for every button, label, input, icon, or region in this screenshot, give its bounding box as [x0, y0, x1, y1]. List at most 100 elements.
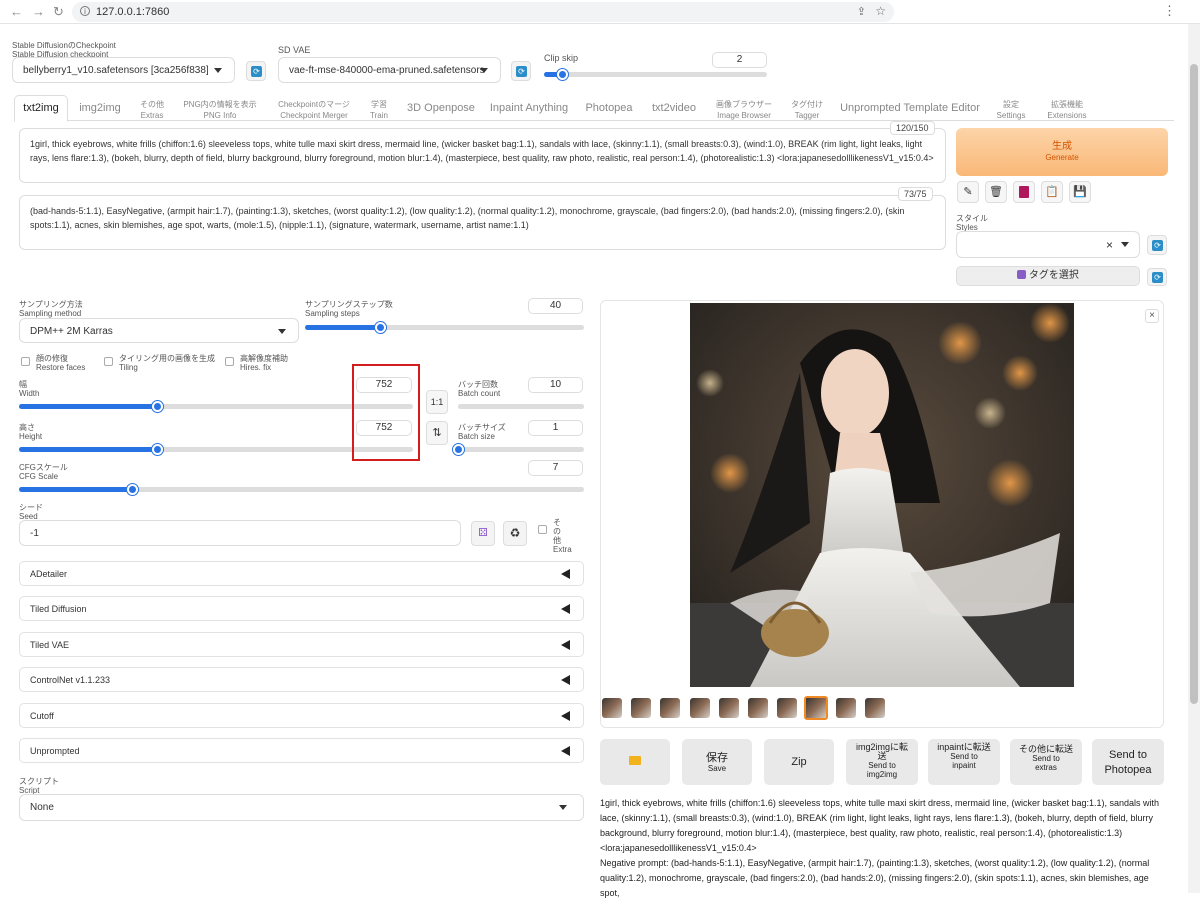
tab-settings[interactable]: 設定 Settings	[992, 99, 1030, 121]
open-folder-button[interactable]	[600, 739, 670, 785]
tab-checkpoint-merger[interactable]: Checkpointのマージ Checkpoint Merger	[274, 99, 354, 121]
swap-dimensions-button[interactable]: ⇅	[426, 421, 448, 445]
vae-value: vae-ft-mse-840000-ema-pruned.safetensors	[289, 65, 485, 76]
tab-txt2img[interactable]: txt2img	[14, 95, 68, 122]
book-icon[interactable]	[1013, 181, 1035, 203]
seed-extra-checkbox[interactable]	[538, 525, 547, 534]
tab-inpaint-anything[interactable]: Inpaint Anything	[488, 103, 570, 114]
generate-button[interactable]: 生成 Generate	[956, 128, 1168, 176]
tab-img2img[interactable]: img2img	[74, 103, 126, 114]
tab-png-info[interactable]: PNG内の情報を表示 PNG Info	[176, 99, 264, 121]
aspect-ratio-button[interactable]: 1:1	[426, 390, 448, 414]
recycle-icon[interactable]: ♻	[503, 521, 527, 546]
site-info-icon[interactable]: i	[80, 6, 90, 16]
close-icon[interactable]: ×	[1145, 309, 1159, 323]
accordion-unprompted[interactable]: Unprompted	[19, 738, 584, 763]
sampling-steps-track[interactable]	[305, 325, 584, 330]
tab-extras[interactable]: その他 Extras	[134, 99, 170, 121]
vae-select[interactable]: vae-ft-mse-840000-ema-pruned.safetensors	[278, 57, 501, 83]
seed-extra-label: その他 Extra	[553, 518, 572, 554]
height-slider-thumb[interactable]	[151, 444, 163, 455]
address-bar[interactable]: i 127.0.0.1:7860 ⇪ ☆	[72, 2, 894, 22]
page-scrollbar[interactable]	[1188, 24, 1200, 893]
zip-button[interactable]: Zip	[764, 739, 834, 785]
gallery-thumbnail[interactable]	[748, 698, 768, 718]
hires-fix-checkbox[interactable]	[225, 357, 234, 366]
sampling-steps-thumb[interactable]	[375, 322, 387, 333]
batch-size-thumb[interactable]	[453, 444, 464, 455]
chevron-down-icon	[278, 329, 286, 334]
back-icon[interactable]: ←	[10, 4, 23, 19]
accordion-tiled-vae[interactable]: Tiled VAE	[19, 632, 584, 657]
gallery-thumbnail[interactable]	[631, 698, 652, 718]
tab-3d-openpose[interactable]: 3D Openpose	[406, 103, 476, 114]
cfg-scale-thumb[interactable]	[127, 484, 138, 495]
accordion-controlnet[interactable]: ControlNet v1.1.233	[19, 667, 584, 692]
gallery-thumbnail[interactable]	[689, 698, 710, 718]
gallery-thumbnail[interactable]	[602, 698, 622, 718]
dice-icon[interactable]: ⚄	[471, 521, 495, 546]
batch-size-track[interactable]	[458, 447, 584, 452]
tab-train[interactable]: 学習 Train	[364, 99, 394, 121]
seed-input[interactable]: -1	[19, 520, 461, 546]
bookmark-star-icon[interactable]: ☆	[875, 4, 886, 18]
tab-image-browser[interactable]: 画像ブラウザー Image Browser	[714, 99, 774, 121]
share-icon[interactable]: ⇪	[857, 5, 866, 18]
save-style-icon[interactable]: 💾	[1069, 181, 1091, 203]
batch-count-input[interactable]: 10	[528, 377, 583, 393]
send-to-img2img-button[interactable]: img2imgに転送 Send to img2img	[846, 739, 918, 785]
reload-icon[interactable]: ↻	[53, 4, 64, 20]
refresh-vae-button[interactable]: ⟳	[511, 61, 531, 81]
menu-icon[interactable]: ⋮	[1163, 3, 1176, 19]
send-to-extras-button[interactable]: その他に転送 Send to extras	[1010, 739, 1082, 785]
sampling-method-select[interactable]: DPM++ 2M Karras	[19, 318, 299, 343]
tab-txt2video[interactable]: txt2video	[646, 103, 702, 114]
refresh-checkpoint-button[interactable]: ⟳	[246, 61, 266, 81]
gallery-thumbnail[interactable]	[835, 698, 856, 718]
generated-image[interactable]	[690, 303, 1074, 687]
cfg-scale-input[interactable]: 7	[528, 460, 583, 476]
refresh-styles-button[interactable]: ⟳	[1147, 235, 1167, 255]
cfg-scale-track[interactable]	[19, 487, 584, 492]
accordion-adetailer[interactable]: ADetailer	[19, 561, 584, 586]
gallery-thumbnail[interactable]	[660, 698, 681, 718]
gallery-thumbnail[interactable]	[804, 696, 829, 720]
clip-skip-slider-thumb[interactable]	[556, 69, 568, 80]
gallery-thumbnail[interactable]	[777, 698, 798, 718]
tag-select-button[interactable]: タグを選択	[956, 266, 1140, 286]
clear-styles-icon[interactable]: ×	[1106, 238, 1113, 252]
scrollbar-thumb[interactable]	[1190, 64, 1198, 704]
styles-label: スタイル Styles	[956, 214, 988, 232]
tiling-checkbox[interactable]	[104, 357, 113, 366]
width-slider-thumb[interactable]	[151, 401, 163, 412]
save-button[interactable]: 保存 Save	[682, 739, 752, 785]
prompt-textarea[interactable]: 1girl, thick eyebrows, white frills (chi…	[19, 128, 946, 183]
styles-select[interactable]: ×	[956, 231, 1140, 258]
pencil-icon[interactable]: ✎	[957, 181, 979, 203]
clip-skip-input[interactable]: 2	[712, 52, 767, 68]
accordion-tiled-diffusion[interactable]: Tiled Diffusion	[19, 596, 584, 621]
send-to-photopea-button[interactable]: Send to Photopea	[1092, 739, 1164, 785]
restore-faces-checkbox[interactable]	[21, 357, 30, 366]
checkpoint-select[interactable]: bellyberry1_v10.safetensors [3ca256f838]	[12, 57, 235, 83]
generation-info: 1girl, thick eyebrows, white frills (chi…	[600, 796, 1160, 901]
gallery-thumbnail[interactable]	[864, 698, 885, 718]
tab-extensions[interactable]: 拡張機能 Extensions	[1044, 99, 1090, 121]
clip-skip-slider-track[interactable]	[544, 72, 767, 77]
batch-size-input[interactable]: 1	[528, 420, 583, 436]
tab-unprompted-template-editor[interactable]: Unprompted Template Editor	[840, 103, 980, 114]
clipboard-icon[interactable]: 📋	[1041, 181, 1063, 203]
forward-icon[interactable]: →	[32, 4, 45, 19]
accordion-cutoff[interactable]: Cutoff	[19, 703, 584, 728]
batch-count-track[interactable]	[458, 404, 584, 409]
refresh-tags-button[interactable]: ⟳	[1147, 268, 1167, 286]
gallery-thumbnail[interactable]	[718, 698, 739, 718]
tab-tagger[interactable]: タグ付け Tagger	[788, 99, 826, 121]
script-select[interactable]: None	[19, 794, 584, 821]
tab-photopea[interactable]: Photopea	[582, 103, 636, 114]
sampling-steps-input[interactable]: 40	[528, 298, 583, 314]
trash-icon[interactable]: 🗑	[985, 181, 1007, 203]
prompt-token-counter: 120/150	[890, 121, 935, 135]
negative-prompt-textarea[interactable]: (bad-hands-5:1.1), EasyNegative, (armpit…	[19, 195, 946, 250]
send-to-inpaint-button[interactable]: inpaintに転送 Send to inpaint	[928, 739, 1000, 785]
